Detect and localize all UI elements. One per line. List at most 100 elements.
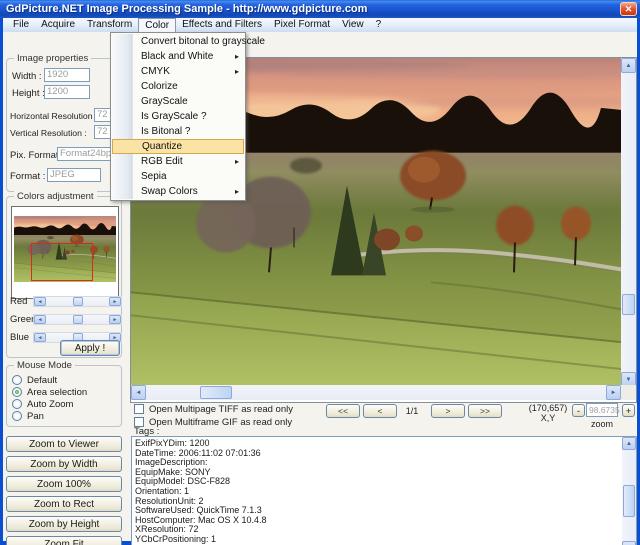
menu-item-swap-colors[interactable]: Swap Colors▸ <box>112 184 244 199</box>
menu-pixel-format[interactable]: Pixel Format <box>268 18 336 32</box>
scroll-left-button[interactable]: ◄ <box>131 385 146 400</box>
menu-item-black-and-white[interactable]: Black and White▸ <box>112 49 244 64</box>
slider-label: Red <box>10 296 33 307</box>
arrow-left-icon[interactable]: ◄ <box>34 333 46 342</box>
mouse-mode-option-auto-zoom[interactable]: Auto Zoom <box>12 398 120 410</box>
button-zoom-to-rect[interactable]: Zoom to Rect <box>6 496 122 512</box>
radio-selected[interactable] <box>12 387 22 397</box>
arrow-right-icon[interactable]: ► <box>109 297 121 306</box>
viewer-horizontal-scrollbar[interactable]: ◄ ► <box>131 385 621 400</box>
scroll-up-button[interactable]: ▲ <box>622 437 636 450</box>
selection-rectangle[interactable] <box>31 243 93 281</box>
viewer-vertical-scrollbar[interactable]: ▲ ▼ <box>621 58 636 387</box>
page-indicator: 1/1 <box>397 406 427 416</box>
menu-item-label: Convert bitonal to grayscale <box>141 34 244 49</box>
arrow-left-icon[interactable]: ◄ <box>34 315 46 324</box>
radio-label: Default <box>27 375 57 386</box>
coords-value: (170,657) <box>525 403 571 413</box>
slider-label: Blue <box>10 332 33 343</box>
radio-unselected[interactable] <box>12 375 22 385</box>
multipage-tiff-checkbox[interactable] <box>134 404 144 414</box>
radio-unselected[interactable] <box>12 411 22 421</box>
menu-item-label: RGB Edit <box>141 154 244 169</box>
menu-item-label: GrayScale <box>141 94 244 109</box>
menu-item-label: Is GrayScale ? <box>141 109 244 124</box>
format-field: JPEG <box>47 168 101 182</box>
next-page-button[interactable]: > <box>431 404 465 418</box>
menu-item-is-grayscale[interactable]: Is GrayScale ? <box>112 109 244 124</box>
first-page-button[interactable]: << <box>326 404 360 418</box>
button-zoom-100[interactable]: Zoom 100% <box>6 476 122 492</box>
preview-thumbnail[interactable] <box>11 206 119 299</box>
color-menu-items: Convert bitonal to grayscaleBlack and Wh… <box>112 34 244 199</box>
mouse-mode-option-pan[interactable]: Pan <box>12 410 120 422</box>
mouse-mode-option-default[interactable]: Default <box>12 374 120 386</box>
menu-item-label: CMYK <box>141 64 244 79</box>
radio-label: Area selection <box>27 387 87 398</box>
zoom-in-button[interactable]: + <box>622 404 635 417</box>
close-button[interactable]: ✕ <box>620 2 637 16</box>
vres-label: Vertical Resolution : <box>10 128 87 138</box>
zoom-label: zoom <box>586 419 618 429</box>
width-field: 1920 <box>44 68 90 82</box>
button-zoom-to-viewer[interactable]: Zoom to Viewer <box>6 436 122 452</box>
menu-item-sepia[interactable]: Sepia <box>112 169 244 184</box>
menu-file[interactable]: File <box>7 18 35 32</box>
multipage-tiff-label: Open Multipage TIFF as read only <box>149 404 293 415</box>
menu-transform[interactable]: Transform <box>81 18 138 32</box>
menu-item-colorize[interactable]: Colorize <box>112 79 244 94</box>
menu-acquire[interactable]: Acquire <box>35 18 81 32</box>
hscroll-thumb[interactable] <box>200 386 232 399</box>
width-label: Width : <box>12 71 42 82</box>
submenu-arrow-icon: ▸ <box>235 49 239 64</box>
last-page-button[interactable]: >> <box>468 404 502 418</box>
menu-effects-and-filters[interactable]: Effects and Filters <box>176 18 268 32</box>
slider-thumb[interactable] <box>73 315 83 324</box>
window-title: GdPicture.NET Image Processing Sample - … <box>0 3 367 15</box>
arrow-right-icon[interactable]: ► <box>109 315 121 324</box>
button-zoom-by-height[interactable]: Zoom by Height <box>6 516 122 532</box>
apply-button[interactable]: Apply ! <box>60 340 120 356</box>
scroll-up-button[interactable]: ▲ <box>621 58 636 73</box>
group-title: Mouse Mode <box>14 360 75 371</box>
tags-scrollbar[interactable]: ▲ ▼ <box>622 437 636 545</box>
menubar: FileAcquireTransformColorEffects and Fil… <box>3 18 637 32</box>
radio-label: Pan <box>27 411 44 422</box>
scroll-down-button[interactable]: ▼ <box>622 541 636 545</box>
tags-scroll-thumb[interactable] <box>623 485 635 517</box>
mouse-mode-option-area-selection[interactable]: Area selection <box>12 386 120 398</box>
prev-page-button[interactable]: < <box>363 404 397 418</box>
menu-item-grayscale[interactable]: GrayScale <box>112 94 244 109</box>
multiframe-gif-label: Open Multiframe GIF as read only <box>149 417 292 428</box>
menu-color[interactable]: Color <box>138 18 176 32</box>
menu-item-convert-bitonal-to-grayscale[interactable]: Convert bitonal to grayscale <box>112 34 244 49</box>
arrow-up-icon: ▲ <box>626 441 632 447</box>
menu-item-label: Swap Colors <box>141 184 244 199</box>
mouse-mode-options: DefaultArea selectionAuto ZoomPan <box>12 374 120 422</box>
slider-red[interactable]: ◄► <box>33 296 122 307</box>
menu-item-is-bitonal[interactable]: Is Bitonal ? <box>112 124 244 139</box>
slider-green[interactable]: ◄► <box>33 314 122 325</box>
group-title: Image properties <box>14 53 91 64</box>
menu-view[interactable]: View <box>336 18 370 32</box>
button-zoom-by-width[interactable]: Zoom by Width <box>6 456 122 472</box>
arrow-up-icon: ▲ <box>626 63 632 69</box>
coords-label: X,Y <box>525 413 571 423</box>
button-zoom-fit[interactable]: Zoom Fit <box>6 536 122 545</box>
arrow-right-icon: ► <box>611 390 617 396</box>
menu-item-label: Sepia <box>141 169 244 184</box>
tags-textarea[interactable]: ExifPixYDim: 1200 DateTime: 2006:11:02 0… <box>131 436 637 545</box>
color-menu: Convert bitonal to grayscaleBlack and Wh… <box>110 32 246 201</box>
titlebar[interactable]: GdPicture.NET Image Processing Sample - … <box>0 0 640 18</box>
slider-thumb[interactable] <box>73 297 83 306</box>
arrow-left-icon[interactable]: ◄ <box>34 297 46 306</box>
radio-unselected[interactable] <box>12 399 22 409</box>
menu-[interactable]: ? <box>370 18 388 32</box>
menu-item-label: Quantize <box>142 140 243 153</box>
zoom-out-button[interactable]: - <box>572 404 585 417</box>
menu-item-rgb-edit[interactable]: RGB Edit▸ <box>112 154 244 169</box>
scroll-right-button[interactable]: ► <box>606 385 621 400</box>
menu-item-cmyk[interactable]: CMYK▸ <box>112 64 244 79</box>
menu-item-quantize[interactable]: Quantize <box>112 139 244 154</box>
vscroll-thumb[interactable] <box>622 294 635 315</box>
